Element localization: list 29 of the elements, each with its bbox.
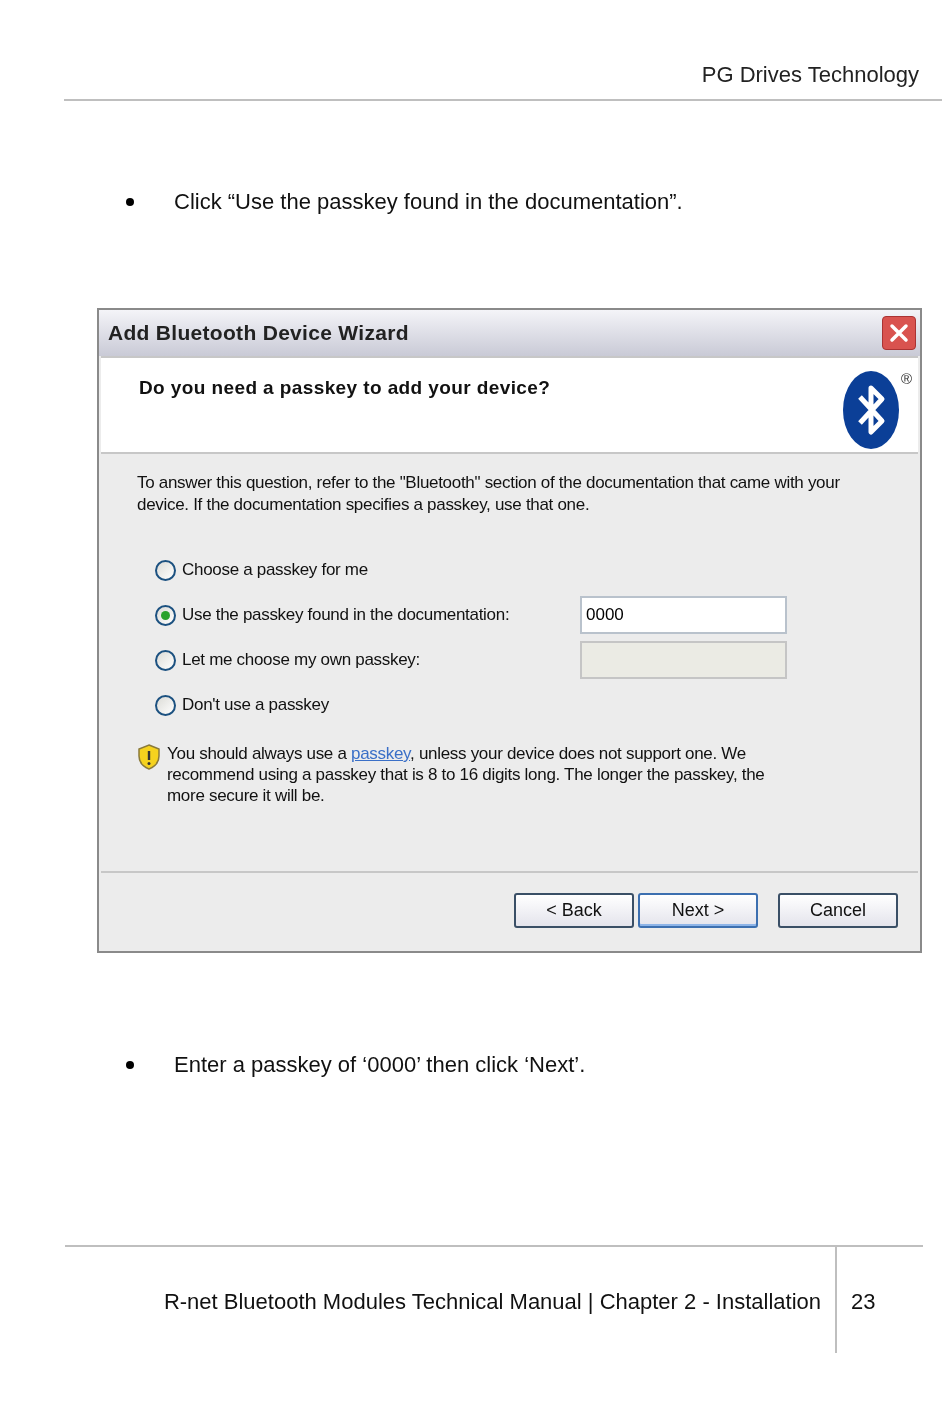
intro-text: To answer this question, refer to the "Bluetooth" section of the documentation that came with your device. If the documentation specifies a passkey, use that one. (137, 472, 841, 516)
footer-text: R-net Bluetooth Modules Technical Manual | Chapter 2 - Installation (163, 1288, 821, 1316)
close-icon (888, 322, 910, 344)
dialog-button[interactable]: Cancel (778, 892, 898, 928)
option-label: Let me choose my own passkey: (182, 649, 421, 672)
radio-button[interactable] (155, 604, 176, 626)
bullet-icon (126, 1060, 134, 1069)
close-button[interactable] (882, 316, 916, 350)
passkey-link[interactable]: passkey (351, 744, 411, 763)
option-label: Choose a passkey for me (182, 559, 369, 582)
page-header: PG Drives Technology (701, 61, 919, 89)
dialog-button[interactable]: < Back (514, 892, 634, 928)
radio-button[interactable] (155, 559, 176, 581)
passkey-field[interactable]: 0000 (580, 596, 787, 634)
window-title: Add Bluetooth Device Wizard (108, 320, 409, 347)
wizard-heading: Do you need a passkey to add your device? (139, 376, 551, 400)
bullet-icon (126, 197, 134, 206)
shield-warning-icon (137, 744, 161, 770)
bullet-text: Enter a passkey of ‘0000’ then click ‘Next’. (174, 1051, 586, 1079)
radio-button[interactable] (155, 649, 176, 671)
radio-button[interactable] (155, 694, 176, 716)
page-number: 23 (851, 1289, 876, 1314)
bluetooth-logo-icon (841, 370, 900, 450)
option-label: Use the passkey found in the documentation: (182, 604, 511, 627)
registered-mark: ® (900, 369, 912, 389)
note-text: You should always use a passkey, unless your device does not support one. We recommend using a passkey that is 8 to 16 digits long. The longer the passkey, the more secure it will be. (167, 743, 766, 806)
bullet-text: Click “Use the passkey found in the documentation”. (174, 188, 683, 216)
option-label: Don't use a passkey (182, 694, 330, 717)
dialog-button[interactable]: Next > (638, 892, 758, 928)
